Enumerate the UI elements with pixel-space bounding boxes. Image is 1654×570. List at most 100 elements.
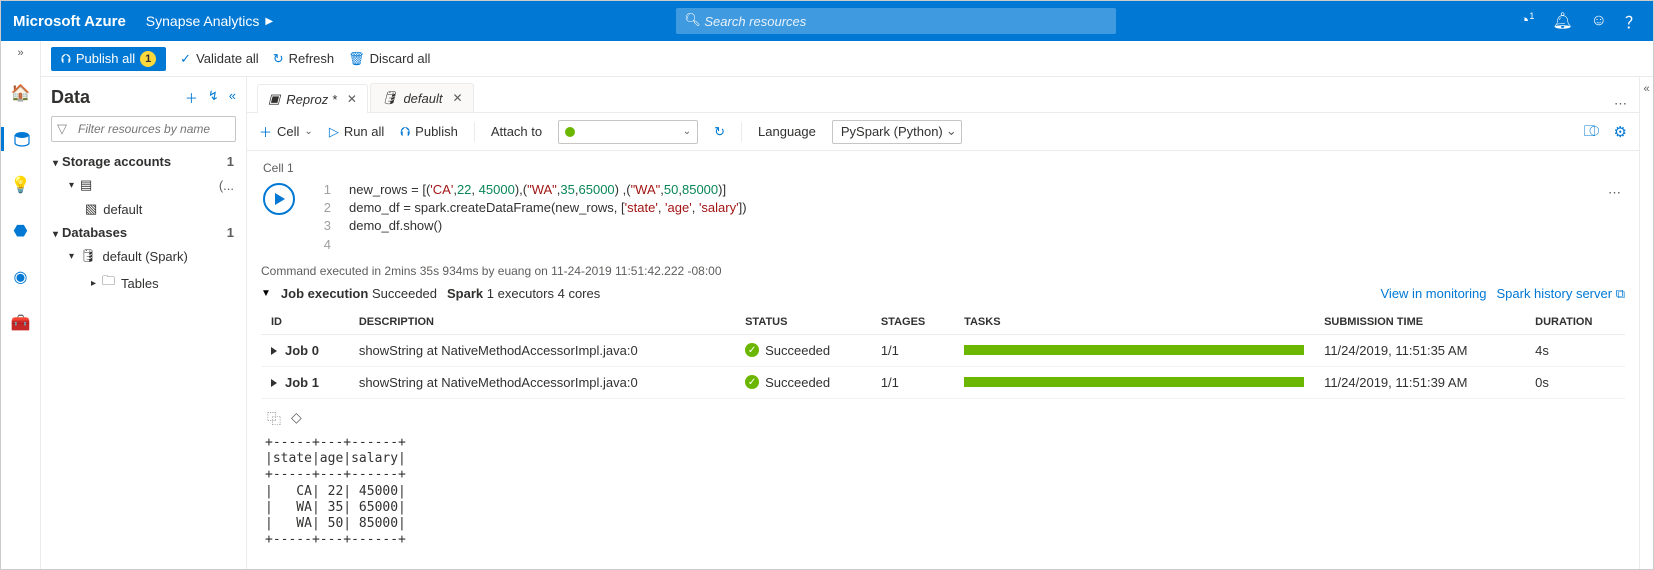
tables-item[interactable]: ▸ 🗀 Tables — [51, 268, 236, 298]
tree-section-storage[interactable]: ▾Storage accounts 1 — [51, 150, 236, 173]
refresh-button[interactable]: ↻Refresh — [273, 51, 334, 67]
container-item[interactable]: ▧ default — [51, 197, 236, 221]
col-tasks: TASKS — [954, 310, 1314, 335]
filter-icon: ▽ — [57, 121, 67, 137]
upload-icon: ⮉ — [61, 51, 71, 67]
language-label: Language — [758, 124, 816, 139]
plus-icon: ＋ — [259, 122, 272, 141]
home-icon[interactable]: 🏠 — [1, 81, 41, 105]
check-icon: ✓ — [180, 51, 191, 67]
task-progress-bar — [964, 345, 1304, 355]
clear-output-icon[interactable]: ◇ — [291, 409, 302, 429]
copy-output-icon[interactable]: ⿻ — [267, 409, 281, 429]
search-input[interactable] — [676, 8, 1116, 34]
cell-label: Cell 1 — [263, 161, 1625, 175]
caret-down-icon: ▾ — [53, 158, 58, 169]
add-cell-button[interactable]: ＋Cell ⌄ — [259, 122, 313, 141]
trash-icon: 🗑 — [348, 51, 365, 67]
close-icon[interactable]: ✕ — [347, 92, 357, 106]
run-cell-button[interactable] — [263, 183, 295, 215]
filter-input[interactable] — [51, 116, 236, 142]
col-status: STATUS — [735, 310, 871, 335]
database-icon: 🛢 — [80, 248, 97, 264]
caret-down-icon: ▾ — [69, 251, 74, 262]
notifications-icon[interactable]: 🔔︎ — [1552, 11, 1572, 31]
chevron-down-icon: ⌄ — [304, 126, 312, 137]
collapse-right-button[interactable]: « — [1639, 77, 1653, 569]
col-desc: DESCRIPTION — [349, 310, 735, 335]
view-monitoring-link[interactable]: View in monitoring — [1381, 286, 1487, 301]
play-icon — [275, 193, 285, 205]
tree-section-databases[interactable]: ▾Databases 1 — [51, 221, 236, 244]
col-time: SUBMISSION TIME — [1314, 310, 1525, 335]
publish-all-button[interactable]: ⮉ Publish all 1 — [51, 47, 166, 71]
refresh-icon: ↻ — [273, 51, 284, 67]
feedback-icon[interactable]: ☺ — [1591, 12, 1607, 30]
cell-more-icon[interactable]: ⋯ — [1604, 181, 1625, 254]
tab-default[interactable]: 🛢 default ✕ — [370, 83, 474, 112]
main-area: ▣ Reproz * ✕ 🛢 default ✕ ⋯ ＋Cell ⌄ ▷Run … — [247, 77, 1639, 569]
col-duration: DURATION — [1525, 310, 1625, 335]
task-progress-bar — [964, 377, 1304, 387]
caret-right-icon: ▸ — [91, 278, 96, 289]
close-icon[interactable]: ✕ — [453, 91, 463, 105]
chevron-right-icon: ▶ — [265, 16, 273, 27]
settings-icon[interactable]: ⚙ — [1614, 123, 1627, 141]
brand: Microsoft Azure — [13, 13, 126, 30]
develop-icon[interactable]: 💡 — [1, 173, 41, 197]
status-dot-icon — [565, 127, 575, 137]
monitor-icon[interactable]: ◉ — [1, 265, 41, 289]
external-link-icon: ⧉ — [1616, 286, 1625, 301]
publish-badge: 1 — [140, 51, 156, 67]
col-stages: STAGES — [871, 310, 954, 335]
add-icon[interactable]: ＋ — [185, 88, 198, 107]
caret-right-icon — [271, 379, 277, 387]
tab-bar: ▣ Reproz * ✕ 🛢 default ✕ ⋯ — [247, 77, 1639, 113]
search-icon: 🔍︎ — [684, 12, 701, 28]
sidebar-title: Data — [51, 87, 90, 108]
manage-icon[interactable]: 🧰 — [1, 311, 41, 335]
folder-icon: 🗀 — [102, 272, 115, 294]
success-icon: ✓ — [745, 375, 759, 389]
validate-all-button[interactable]: ✓Validate all — [180, 51, 259, 67]
publish-button[interactable]: ⮉Publish — [400, 124, 458, 140]
storage-icon: ▤ — [80, 177, 92, 193]
orchestrate-icon[interactable]: ⬣ — [1, 219, 41, 243]
variables-icon[interactable]: ⎄ — [1584, 123, 1600, 141]
collapse-sidebar-icon[interactable]: « — [229, 88, 236, 107]
attach-to-select[interactable]: ⌄ — [558, 120, 698, 144]
expand-rail-button[interactable]: » — [13, 47, 29, 59]
storage-account-item[interactable]: ▾ ▤ (... — [51, 173, 236, 197]
notebook-toolbar: ＋Cell ⌄ ▷Run all ⮉Publish Attach to ⌄ ↻ … — [247, 113, 1639, 151]
table-row[interactable]: Job 1showString at NativeMethodAccessorI… — [261, 366, 1625, 398]
help-icon[interactable]: ？ — [1625, 9, 1641, 33]
db-icon: 🛢 — [381, 90, 398, 106]
restart-icon[interactable]: ↻ — [714, 124, 725, 140]
data-icon[interactable] — [1, 127, 41, 151]
breadcrumb[interactable]: Synapse Analytics ▶ — [146, 13, 273, 29]
cell-output: +-----+---+------+ |state|age|salary| +-… — [265, 435, 1625, 549]
directory-icon[interactable]: ◔1 — [1520, 11, 1535, 30]
spark-history-link[interactable]: Spark history server ⧉ — [1496, 286, 1625, 302]
more-icon[interactable]: ⋯ — [1602, 96, 1639, 112]
table-row[interactable]: Job 0showString at NativeMethodAccessorI… — [261, 334, 1625, 366]
folder-icon: ▧ — [85, 201, 97, 217]
caret-right-icon — [271, 347, 277, 355]
tab-notebook[interactable]: ▣ Reproz * ✕ — [257, 84, 368, 113]
top-bar: Microsoft Azure Synapse Analytics ▶ 🔍︎ ◔… — [1, 1, 1653, 41]
execution-info: Command executed in 2mins 35s 934ms by e… — [261, 264, 1625, 278]
language-select[interactable]: PySpark (Python) — [832, 120, 962, 144]
action-bar: ⮉ Publish all 1 ✓Validate all ↻Refresh 🗑… — [41, 41, 1653, 77]
discard-all-button[interactable]: 🗑Discard all — [348, 51, 430, 67]
link-icon[interactable]: ↯ — [208, 88, 219, 107]
job-execution-header[interactable]: ▼ Job execution Succeeded Spark 1 execut… — [261, 286, 1625, 302]
database-item[interactable]: ▾ 🛢 default (Spark) — [51, 244, 236, 268]
caret-down-icon: ▼ — [261, 288, 271, 299]
upload-icon: ⮉ — [400, 124, 410, 140]
publish-all-label: Publish all — [76, 51, 135, 66]
code-editor[interactable]: 1new_rows = [('CA',22, 45000),("WA",35,6… — [309, 181, 1604, 254]
caret-down-icon: ▾ — [69, 180, 74, 191]
play-icon: ▷ — [329, 124, 339, 140]
data-sidebar: Data ＋ ↯ « ▽ ▾Storage accounts 1 ▾ — [41, 77, 247, 569]
run-all-button[interactable]: ▷Run all — [329, 124, 384, 140]
